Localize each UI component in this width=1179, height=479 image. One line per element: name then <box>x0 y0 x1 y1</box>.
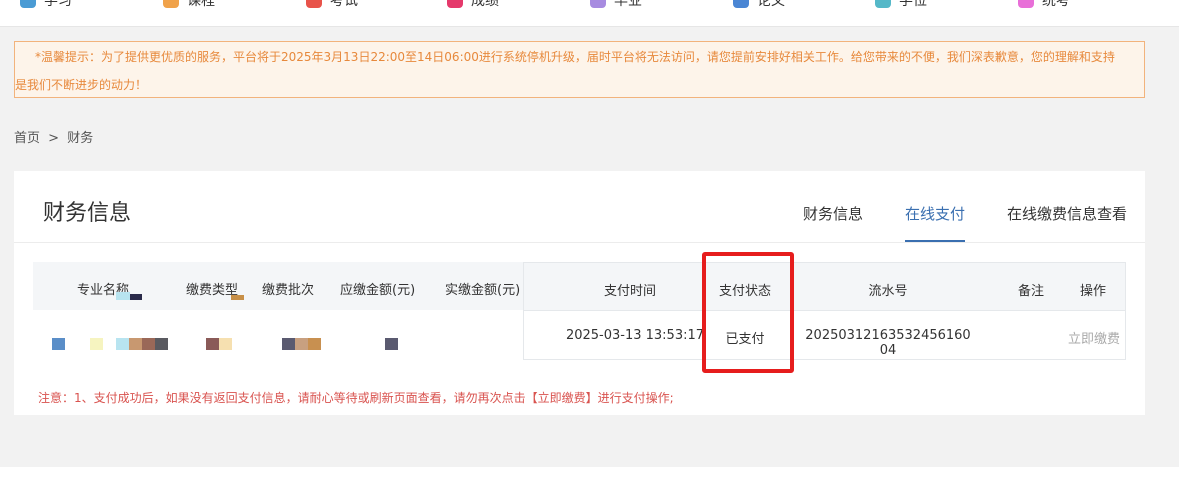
cell-pay-time: 2025-03-13 13:53:17 <box>565 328 705 343</box>
course-icon <box>163 0 179 8</box>
nav-item-graduate[interactable]: 毕业 <box>590 0 642 9</box>
breadcrumb-home[interactable]: 首页 <box>14 131 40 146</box>
nav-item-score[interactable]: 成绩 <box>447 0 499 9</box>
tab-finance-info[interactable]: 财务信息 <box>803 203 863 242</box>
nav-item-course[interactable]: 课程 <box>163 0 215 9</box>
nav-label: 学位 <box>899 0 927 8</box>
breadcrumb-separator: > <box>48 131 60 146</box>
breadcrumb-current: 财务 <box>67 131 94 146</box>
header-serial: 流水号 <box>868 284 908 299</box>
degree-icon <box>875 0 891 8</box>
score-icon <box>447 0 463 8</box>
redacted-block <box>52 338 65 350</box>
header-amount-due: 应缴金额(元) <box>340 283 416 298</box>
study-icon <box>20 0 36 8</box>
redacted-block <box>130 294 142 300</box>
redacted-block <box>206 338 219 350</box>
redacted-block <box>282 338 295 350</box>
maintenance-notice: *温馨提示：为了提供更优质的服务，平台将于2025年3月13日22:00至14日… <box>14 41 1145 98</box>
breadcrumb: 首页 > 财务 <box>14 127 97 146</box>
payment-note: 注意：1、支付成功后，如果没有返回支付信息，请耐心等待或刷新页面查看，请勿再次点… <box>38 391 674 405</box>
redacted-block <box>142 338 155 350</box>
header-amount-paid: 实缴金额(元) <box>445 283 521 298</box>
notice-line-1: *温馨提示：为了提供更优质的服务，平台将于2025年3月13日22:00至14日… <box>35 50 1115 64</box>
redacted-block <box>308 338 321 350</box>
top-nav: 学习 课程 考试 成绩 毕业 论文 学位 统考 <box>0 0 1179 27</box>
header-remark: 备注 <box>1017 284 1044 299</box>
tab-payment-records[interactable]: 在线缴费信息查看 <box>1007 203 1127 242</box>
header-fee-batch: 缴费批次 <box>262 283 315 298</box>
graduate-icon <box>590 0 606 8</box>
redacted-block <box>385 338 398 350</box>
redacted-block <box>231 295 244 300</box>
notice-line-2: 是我们不断进步的动力！ <box>15 78 148 92</box>
redacted-block <box>116 292 130 300</box>
nav-label: 毕业 <box>614 0 642 8</box>
tab-bar: 财务信息 在线支付 在线缴费信息查看 <box>803 203 1127 242</box>
nav-item-study[interactable]: 学习 <box>20 0 72 9</box>
nav-label: 学习 <box>44 0 72 8</box>
unified-exam-icon <box>1018 0 1034 8</box>
nav-label: 成绩 <box>471 0 499 8</box>
page-title: 财务信息 <box>43 201 132 226</box>
header-pay-time: 支付时间 <box>603 284 656 299</box>
exam-icon <box>306 0 322 8</box>
redacted-block <box>90 338 103 350</box>
nav-item-thesis[interactable]: 论文 <box>733 0 785 9</box>
thesis-icon <box>733 0 749 8</box>
nav-item-exam[interactable]: 考试 <box>306 0 358 9</box>
footer-band <box>0 467 1179 479</box>
redacted-block <box>116 338 129 350</box>
divider <box>14 242 1145 243</box>
nav-label: 考试 <box>330 0 358 8</box>
pay-now-button[interactable]: 立即缴费 <box>1064 328 1124 347</box>
header-action: 操作 <box>1079 284 1106 299</box>
payment-table: 支付时间 支付状态 流水号 备注 操作 2025-03-13 13:53:17 … <box>523 262 1126 360</box>
nav-label: 统考 <box>1042 0 1070 8</box>
finance-card: 财务信息 财务信息 在线支付 在线缴费信息查看 专业名称 缴费类型 缴费批次 应… <box>14 171 1145 415</box>
redacted-block <box>219 338 232 350</box>
tab-online-payment[interactable]: 在线支付 <box>904 203 965 242</box>
redacted-block <box>295 338 308 350</box>
nav-label: 论文 <box>757 0 785 8</box>
nav-item-unified-exam[interactable]: 统考 <box>1018 0 1070 9</box>
nav-label: 课程 <box>187 0 215 8</box>
redacted-block <box>155 338 168 350</box>
cell-serial: 20250312163532456160​04 <box>805 328 971 358</box>
redacted-block <box>129 338 142 350</box>
status-highlight-box <box>702 252 794 373</box>
nav-item-degree[interactable]: 学位 <box>875 0 927 9</box>
